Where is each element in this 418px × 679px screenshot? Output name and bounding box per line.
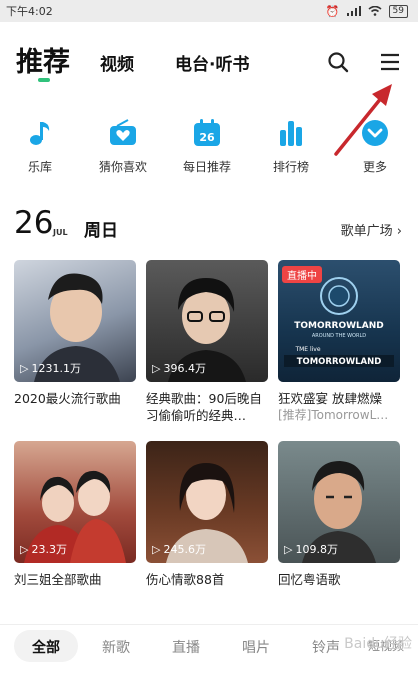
quick-item-label: 乐库 <box>27 160 52 174</box>
quick-item-label: 更多 <box>362 160 387 174</box>
active-tab-indicator <box>38 78 50 82</box>
date-day: 26 <box>14 205 54 241</box>
play-count: ▷ 245.6万 <box>152 541 206 557</box>
tab-ringtones[interactable]: 铃声 <box>312 637 340 657</box>
chevron-down-icon <box>362 120 388 146</box>
play-count: ▷ 109.8万 <box>284 541 338 557</box>
playlist-cover: ▷ 109.8万 <box>278 441 400 563</box>
playlist-card[interactable]: ▷ 1231.1万 2020最火流行歌曲 <box>14 260 136 407</box>
alarm-icon: ⏰ <box>325 4 340 18</box>
date-weekday: 周日 <box>84 221 118 241</box>
tab-live[interactable]: 直播 <box>172 637 200 657</box>
tab-recommend[interactable]: 推荐 <box>16 40 70 79</box>
play-count-label: 109.8万 <box>295 543 338 556</box>
playlist-title: 伤心情歌88首 <box>146 572 225 587</box>
quick-entries: 乐库 猜你喜欢 26 每日推荐 排行榜 更多 <box>0 118 418 182</box>
calendar-icon: 26 <box>194 119 220 146</box>
calendar-day: 26 <box>199 131 215 144</box>
playlist-title: 狂欢盛宴 放肆燃燥 <box>278 391 382 406</box>
watermark: Baidu经验 <box>344 636 412 652</box>
play-count: ▷ 396.4万 <box>152 360 206 376</box>
playlist-card[interactable]: ▷ 396.4万 经典歌曲：90后晚自习偷偷听的经典… <box>146 260 268 424</box>
radio-heart-icon <box>110 119 136 145</box>
status-time: 下午4:02 <box>6 5 53 18</box>
play-count-label: 245.6万 <box>163 543 206 556</box>
playlist-card[interactable]: ▷ 109.8万 回忆粤语歌 <box>278 441 400 588</box>
poster-line-4: TOMORROWLAND <box>297 357 382 367</box>
chart-icon <box>280 121 302 146</box>
playlist-cover: ▷ 245.6万 <box>146 441 268 563</box>
quick-item-music-library[interactable]: 乐库 <box>5 118 75 175</box>
status-bar: 下午4:02 ⏰ 59 <box>0 0 418 22</box>
chevron-right-icon: › <box>396 224 402 239</box>
quick-item-daily-recommend[interactable]: 26 每日推荐 <box>172 118 242 175</box>
playlist-card[interactable]: TOMORROWLAND AROUND THE WORLD TME live T… <box>278 260 400 424</box>
play-count-label: 396.4万 <box>163 362 206 375</box>
play-icon: ▷ <box>152 361 161 375</box>
play-icon: ▷ <box>152 542 161 556</box>
signal-icon <box>346 6 361 16</box>
play-count: ▷ 1231.1万 <box>20 360 81 376</box>
date-header: 26 JUL 周日 歌单广场 › <box>0 205 418 245</box>
menu-icon[interactable] <box>378 50 402 74</box>
status-icons: ⏰ 59 <box>325 4 408 18</box>
playlist-subtitle: [推荐]TomorrowL… <box>278 408 389 422</box>
playlist-title: 经典歌曲：90后晚自习偷偷听的经典… <box>146 391 262 423</box>
playlist-card[interactable]: ▷ 245.6万 伤心情歌88首 <box>146 441 268 588</box>
tab-new-songs[interactable]: 新歌 <box>102 637 130 657</box>
tab-all[interactable]: 全部 <box>32 637 60 657</box>
quick-item-charts[interactable]: 排行榜 <box>256 118 326 175</box>
playlist-title: 回忆粤语歌 <box>278 572 341 587</box>
tab-video[interactable]: 视频 <box>100 50 134 75</box>
playlist-title: 刘三姐全部歌曲 <box>14 572 102 587</box>
quick-item-label: 每日推荐 <box>182 160 231 174</box>
play-icon: ▷ <box>20 542 29 556</box>
search-icon[interactable] <box>326 50 350 74</box>
play-count-label: 23.3万 <box>31 543 67 556</box>
quick-item-guess-you-like[interactable]: 猜你喜欢 <box>88 118 158 175</box>
date-month: JUL <box>53 228 68 237</box>
wifi-icon <box>368 6 382 16</box>
playlist-cover: TOMORROWLAND AROUND THE WORLD TME live T… <box>278 260 400 382</box>
poster-line-2: AROUND THE WORLD <box>312 333 366 339</box>
playlist-cover: ▷ 23.3万 <box>14 441 136 563</box>
quick-item-more[interactable]: 更多 <box>340 118 410 175</box>
playlist-card[interactable]: ▷ 23.3万 刘三姐全部歌曲 <box>14 441 136 588</box>
category-tabs: 全部 新歌 直播 唱片 铃声 短视频 Baidu经验 <box>0 624 418 668</box>
play-icon: ▷ <box>284 542 293 556</box>
play-icon: ▷ <box>20 361 29 375</box>
battery-indicator: 59 <box>388 4 408 18</box>
tab-albums[interactable]: 唱片 <box>242 637 270 657</box>
tab-radio-audiobook[interactable]: 电台·听书 <box>175 50 249 75</box>
playlist-square-link[interactable]: 歌单广场 › <box>341 220 402 239</box>
quick-item-label: 猜你喜欢 <box>98 160 147 174</box>
playlist-square-label: 歌单广场 <box>340 224 393 239</box>
music-note-icon <box>30 122 50 145</box>
playlist-cover: ▷ 396.4万 <box>146 260 268 382</box>
quick-item-label: 排行榜 <box>272 160 309 174</box>
play-count-label: 1231.1万 <box>31 362 81 375</box>
poster-line-3: TME live <box>294 346 320 353</box>
poster-line-1: TOMORROWLAND <box>294 321 384 331</box>
playlist-title: 2020最火流行歌曲 <box>14 391 121 406</box>
live-badge: 直播中 <box>282 266 322 283</box>
play-count: ▷ 23.3万 <box>20 541 67 557</box>
playlist-cover: ▷ 1231.1万 <box>14 260 136 382</box>
